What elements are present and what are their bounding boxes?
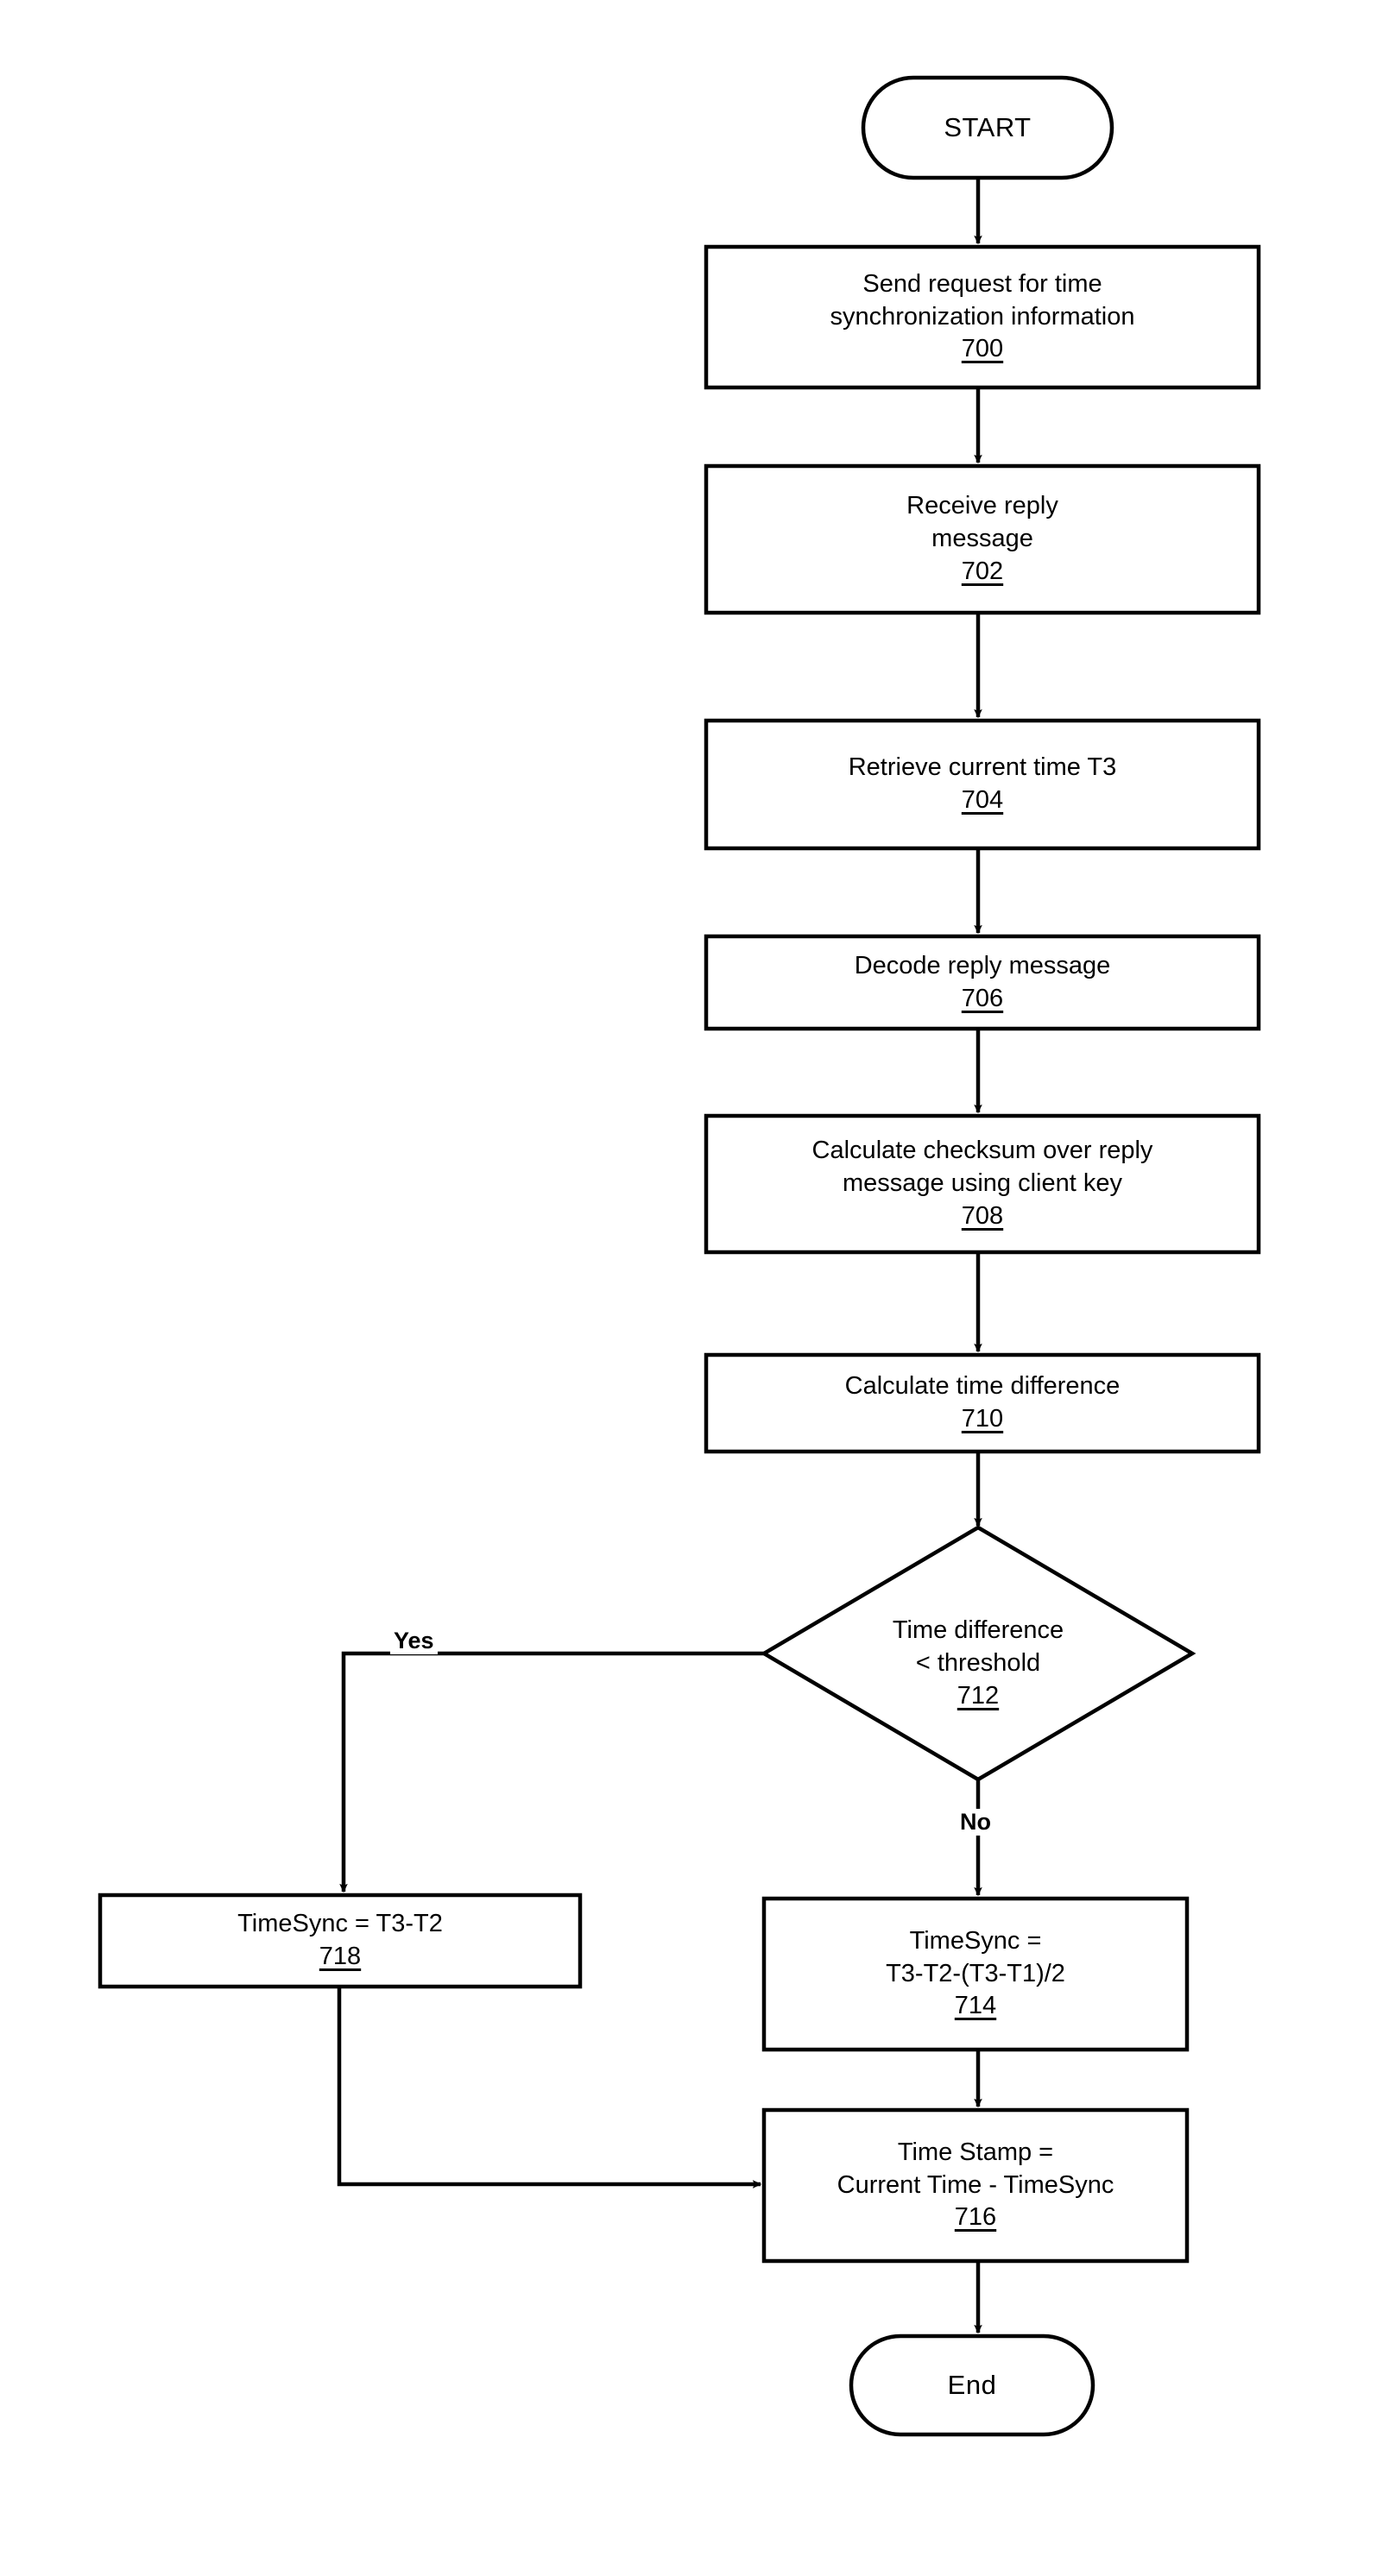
node-710-shape (704, 1352, 1261, 1454)
node-712-shape (760, 1525, 1196, 1782)
node-708-shape (704, 1113, 1261, 1255)
edge-712-718 (339, 1651, 764, 1893)
edge-718-716 (337, 1987, 762, 2189)
node-700-shape (704, 244, 1261, 390)
node-704-shape (704, 718, 1261, 851)
flowchart-canvas: START Send request for time synchronizat… (0, 0, 1389, 2576)
node-start-shape (861, 75, 1114, 180)
node-end-shape (849, 2334, 1095, 2437)
node-718-shape (98, 1893, 583, 1989)
node-716-shape (761, 2107, 1190, 2264)
node-706-shape (704, 934, 1261, 1031)
flowchart-graphics (98, 75, 1261, 2437)
node-702-shape (704, 463, 1261, 615)
node-714-shape (761, 1896, 1190, 2052)
